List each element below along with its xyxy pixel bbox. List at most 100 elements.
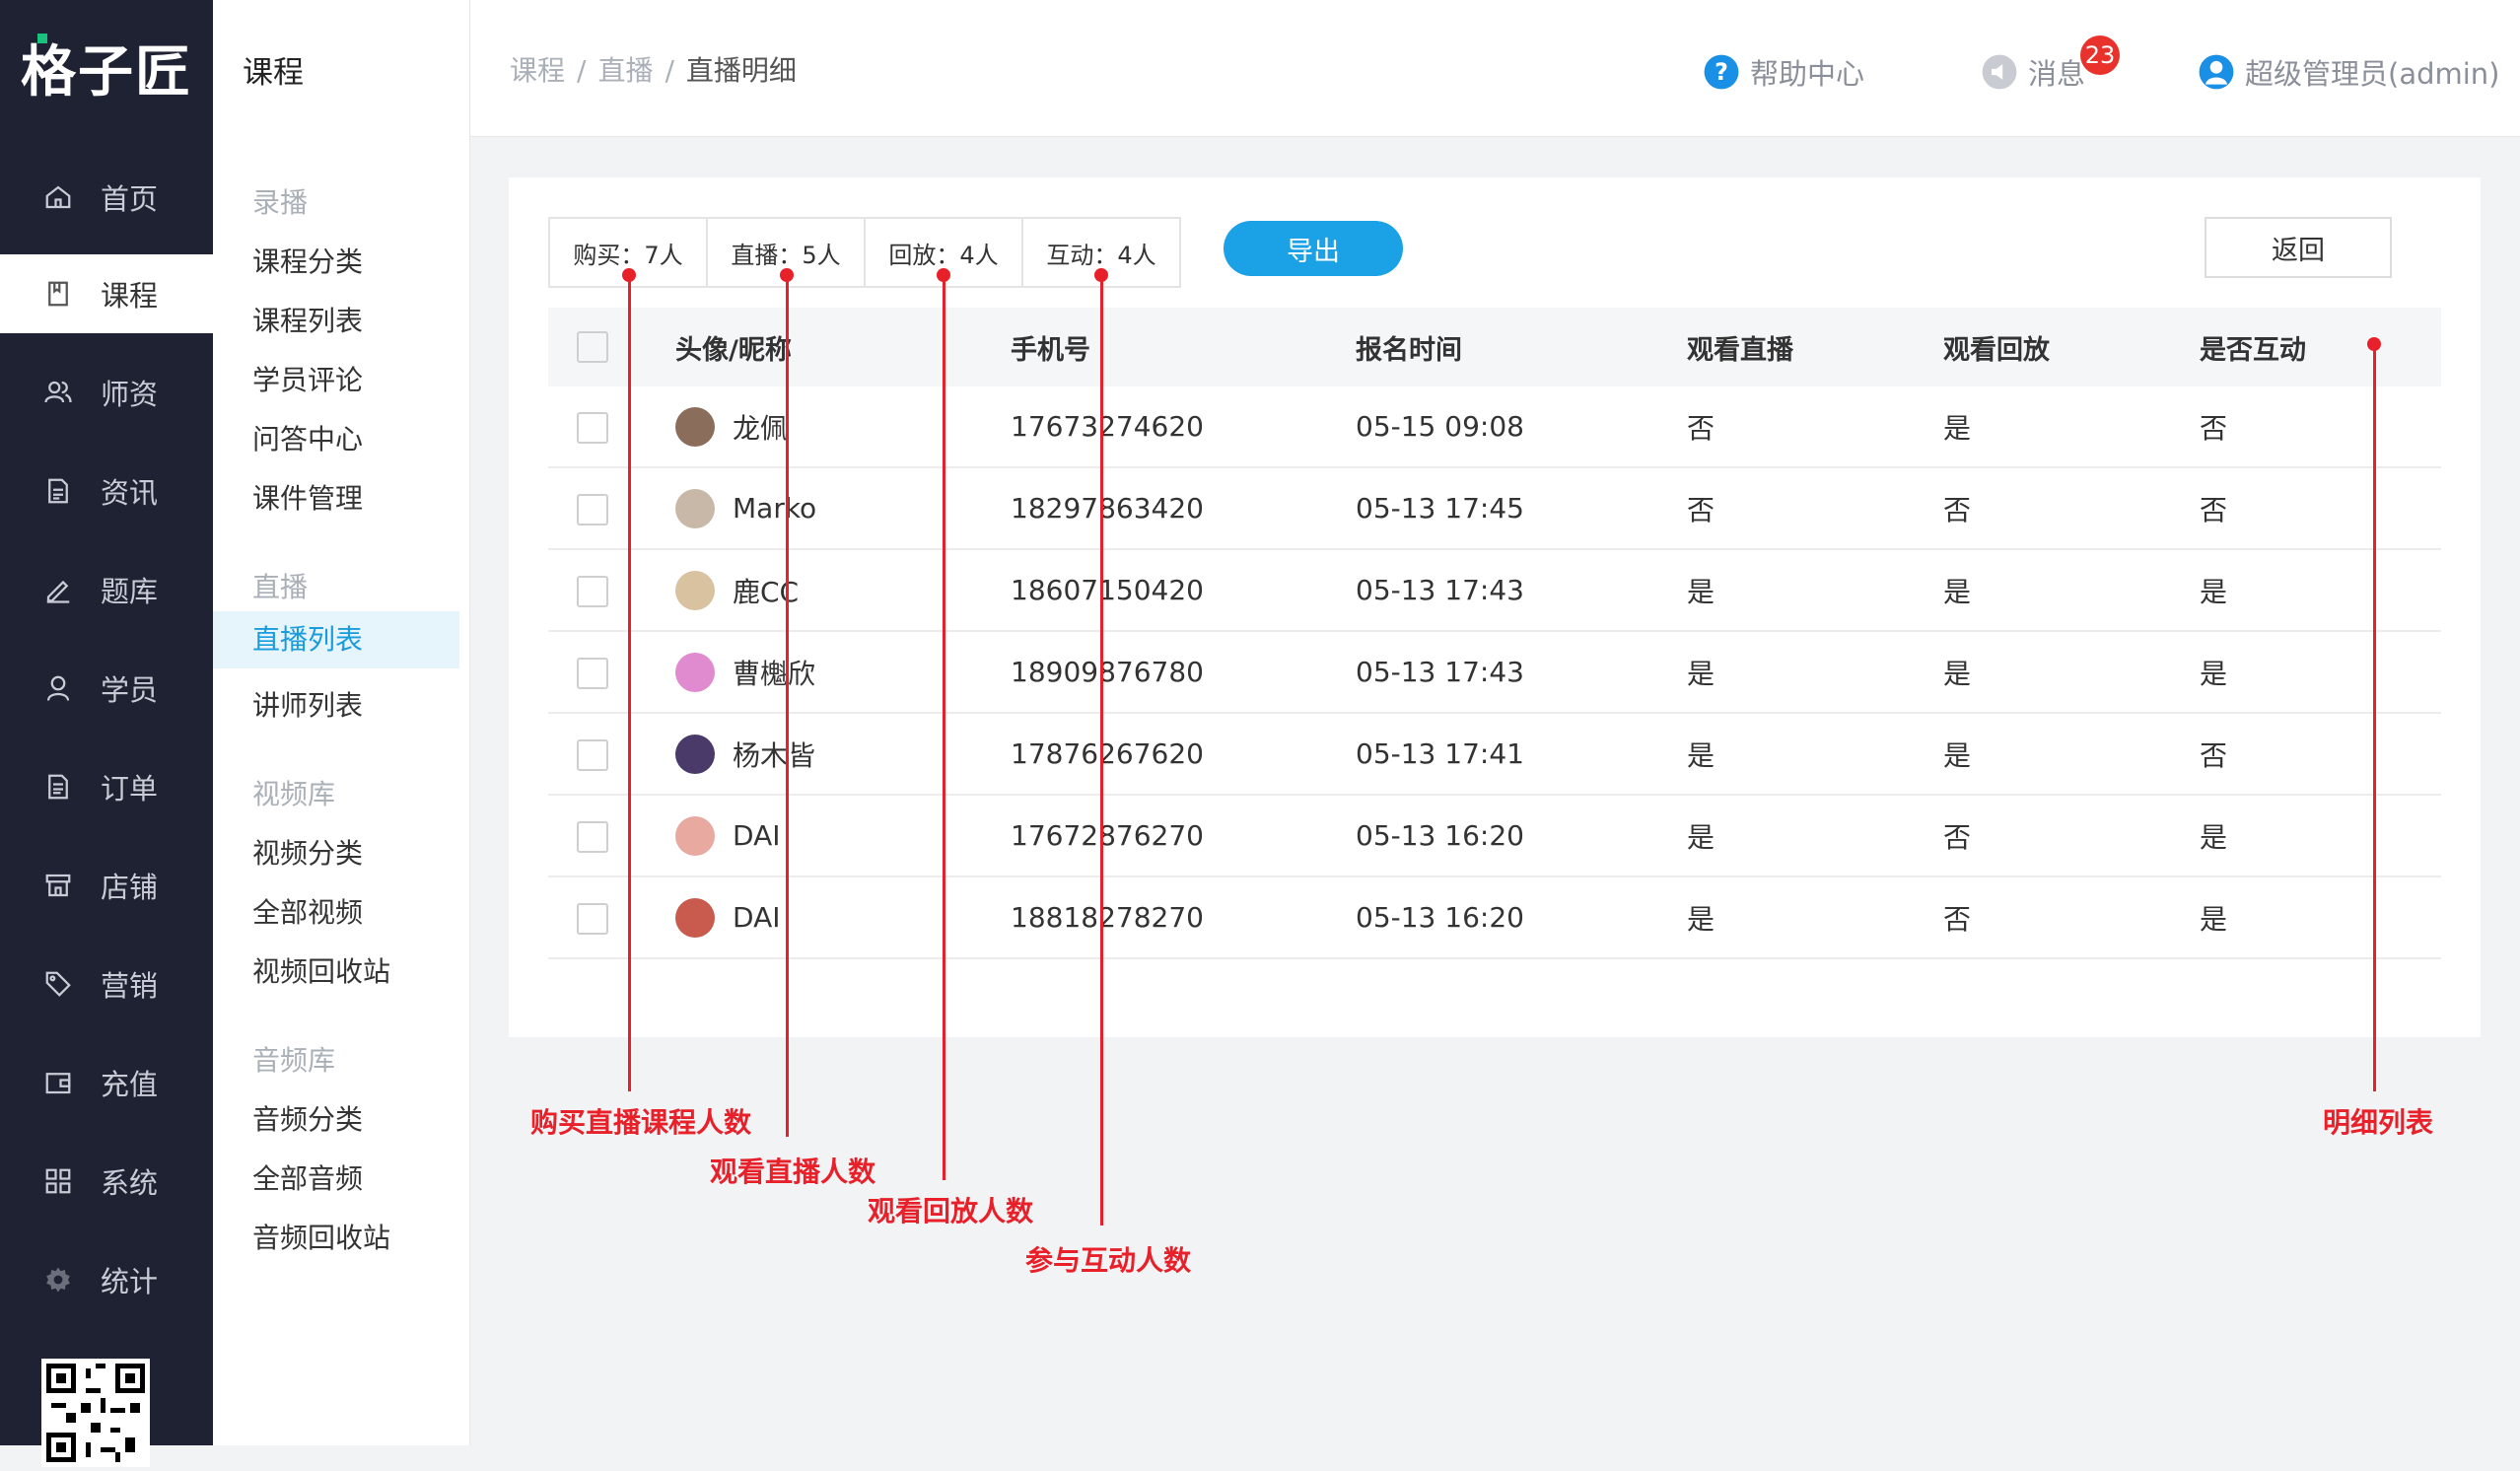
submenu-item-audio-recycle[interactable]: 音频回收站 — [252, 1217, 390, 1256]
signup-time-cell: 05-13 16:20 — [1355, 795, 1686, 877]
messages-link[interactable]: 消息 — [1981, 51, 2085, 93]
row-checkbox[interactable] — [577, 820, 608, 853]
table-header-row: 头像/昵称 手机号 报名时间 观看直播 观看回放 是否互动 — [548, 308, 2441, 386]
nickname: DAI — [733, 819, 781, 852]
watched-replay-cell: 是 — [1942, 386, 2199, 468]
order-icon — [43, 772, 73, 802]
help-center-link[interactable]: ? 帮助中心 — [1703, 51, 1864, 93]
submenu-item-lecturer-list[interactable]: 讲师列表 — [252, 684, 363, 724]
watched-replay-cell: 是 — [1942, 631, 2199, 714]
breadcrumb: 课程 / 直播 / 直播明细 — [510, 54, 797, 87]
name-cell: 杨木皆 — [674, 713, 1010, 796]
annotation-interact: 参与互动人数 — [1025, 1244, 1192, 1277]
logo[interactable]: 格子匠 — [0, 0, 213, 134]
submenu-item-courseware[interactable]: 课件管理 — [252, 477, 363, 517]
submenu-item-video-recycle[interactable]: 视频回收站 — [252, 950, 390, 990]
speaker-icon — [1982, 54, 2017, 90]
row-checkbox[interactable] — [577, 738, 608, 771]
column-header: 报名时间 — [1355, 308, 1686, 386]
watched-live-cell: 是 — [1686, 631, 1942, 714]
grid-icon — [43, 1166, 73, 1196]
nav-item-home[interactable]: 首页 — [0, 158, 213, 237]
table-row: Marko 18297863420 05-13 17:45 否否否 — [548, 467, 2441, 550]
nav-label: 师资 — [101, 378, 159, 411]
help-label: 帮助中心 — [1750, 57, 1865, 91]
annotation-line — [2373, 344, 2376, 1091]
name-cell: 鹿CC — [674, 549, 1010, 632]
signup-time-cell: 05-15 09:08 — [1355, 386, 1686, 468]
submenu-item-all-audio[interactable]: 全部音频 — [252, 1157, 363, 1197]
nav-item-teachers[interactable]: 师资 — [0, 353, 213, 432]
nav-item-students[interactable]: 学员 — [0, 649, 213, 728]
select-all-checkbox[interactable] — [577, 331, 608, 364]
row-select-cell — [548, 386, 674, 468]
avatar — [675, 815, 715, 856]
signup-time-cell: 05-13 16:20 — [1355, 876, 1686, 959]
avatar — [675, 652, 715, 692]
name-cell: 曹櫆欣 — [674, 631, 1010, 714]
nav-item-course[interactable]: 课程 — [0, 254, 213, 333]
submenu-item-qa-center[interactable]: 问答中心 — [252, 418, 363, 457]
submenu-item-course-list[interactable]: 课程列表 — [252, 300, 363, 339]
user-menu[interactable]: 超级管理员(admin) — [2198, 51, 2500, 93]
row-checkbox[interactable] — [577, 411, 608, 444]
export-button[interactable]: 导出 — [1224, 221, 1403, 276]
nickname: 鹿CC — [733, 575, 800, 608]
watched-live-cell: 是 — [1686, 795, 1942, 877]
interacted-cell: 否 — [2199, 467, 2441, 550]
avatar — [675, 488, 715, 528]
breadcrumb-item[interactable]: 课程 — [510, 54, 565, 87]
row-checkbox[interactable] — [577, 657, 608, 689]
nav-label: 资讯 — [101, 476, 159, 510]
nickname: Marko — [733, 492, 817, 525]
phone-cell: 17672876270 — [1010, 795, 1355, 877]
submenu-item-audio-category[interactable]: 音频分类 — [252, 1098, 363, 1138]
watched-live-cell: 是 — [1686, 876, 1942, 959]
row-checkbox[interactable] — [577, 902, 608, 935]
book-icon — [43, 279, 73, 309]
breadcrumb-item[interactable]: 直播 — [597, 54, 653, 87]
phone-cell: 18818278270 — [1010, 876, 1355, 959]
annotation-replay: 观看回放人数 — [868, 1195, 1034, 1227]
watched-replay-cell: 否 — [1942, 467, 2199, 550]
signup-time-cell: 05-13 17:41 — [1355, 713, 1686, 796]
table-row: DAI 18818278270 05-13 16:20 是否是 — [548, 876, 2441, 959]
submenu-item-course-category[interactable]: 课程分类 — [252, 241, 363, 280]
message-count-badge: 23 — [2080, 35, 2120, 75]
watched-replay-cell: 是 — [1942, 549, 2199, 632]
annotation-line — [943, 275, 945, 1180]
nav-item-recharge[interactable]: 充值 — [0, 1043, 213, 1122]
column-header: 头像/昵称 — [674, 308, 1010, 386]
nav-item-news[interactable]: 资讯 — [0, 452, 213, 530]
signup-time-cell: 05-13 17:43 — [1355, 631, 1686, 714]
user-avatar-icon — [2199, 54, 2234, 90]
name-cell: DAI — [674, 876, 1010, 959]
tag-icon — [43, 969, 73, 999]
submenu-item-all-videos[interactable]: 全部视频 — [252, 891, 363, 931]
nav-item-stats[interactable]: 统计 — [0, 1240, 213, 1319]
row-checkbox[interactable] — [577, 575, 608, 607]
submenu-group-recorded: 录播 — [252, 186, 309, 219]
submenu-item-live-list[interactable]: 直播列表 — [213, 611, 459, 668]
nav-item-system[interactable]: 系统 — [0, 1142, 213, 1221]
nickname: 曹櫆欣 — [733, 657, 816, 690]
back-button[interactable]: 返回 — [2205, 217, 2392, 278]
interacted-cell: 否 — [2199, 713, 2441, 796]
wallet-icon — [43, 1068, 73, 1097]
row-checkbox[interactable] — [577, 493, 608, 525]
submenu-group-audio: 音频库 — [252, 1044, 336, 1077]
nav-item-questions[interactable]: 题库 — [0, 550, 213, 629]
interacted-cell: 否 — [2199, 386, 2441, 468]
nav-item-marketing[interactable]: 营销 — [0, 945, 213, 1023]
table-row: 鹿CC 18607150420 05-13 17:43 是是是 — [548, 549, 2441, 632]
submenu-item-video-category[interactable]: 视频分类 — [252, 832, 363, 872]
nav-item-orders[interactable]: 订单 — [0, 747, 213, 826]
column-header: 观看直播 — [1686, 308, 1942, 386]
main-nav: 格子匠 首页 课程 师资 资讯 题库 学员 订单 店铺 营销 充值 系统 统计 — [0, 0, 213, 1467]
watched-replay-cell: 否 — [1942, 876, 2199, 959]
signup-time-cell: 05-13 17:43 — [1355, 549, 1686, 632]
nav-item-shop[interactable]: 店铺 — [0, 846, 213, 925]
submenu-item-student-reviews[interactable]: 学员评论 — [252, 359, 363, 398]
phone-cell: 18607150420 — [1010, 549, 1355, 632]
nav-label: 营销 — [101, 969, 159, 1003]
